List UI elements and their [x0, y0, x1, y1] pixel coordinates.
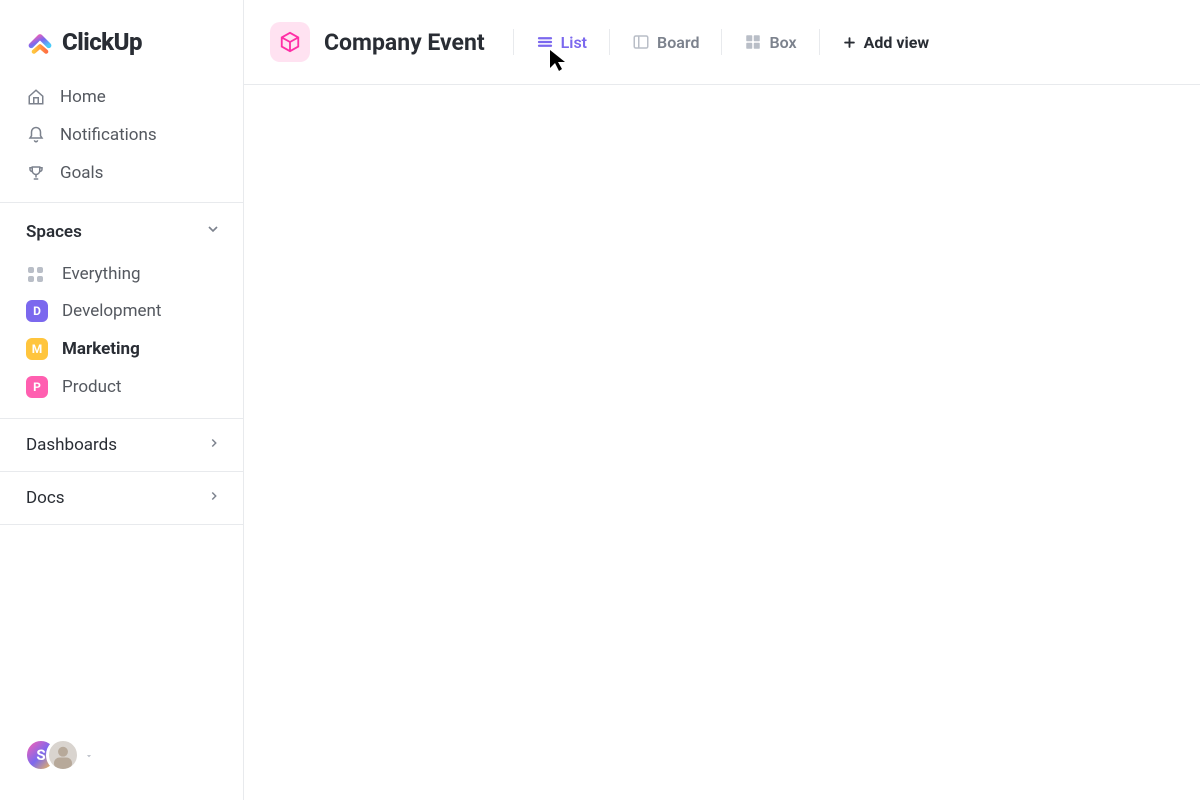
chevron-right-icon — [207, 488, 221, 508]
brand-logo[interactable]: ClickUp — [0, 0, 243, 78]
space-development[interactable]: D Development — [14, 292, 229, 330]
add-view-label: Add view — [864, 33, 929, 52]
view-board-label: Board — [657, 33, 699, 52]
page-title: Company Event — [324, 29, 485, 56]
nav-goals[interactable]: Goals — [14, 154, 229, 192]
docs-label: Docs — [26, 488, 65, 508]
view-tab-list[interactable]: List — [524, 27, 599, 58]
nav-goals-label: Goals — [60, 163, 103, 183]
section-docs[interactable]: Docs — [0, 471, 243, 525]
space-badge-marketing: M — [26, 338, 48, 360]
cube-icon — [279, 31, 301, 53]
space-product[interactable]: P Product — [14, 368, 229, 406]
spaces-title: Spaces — [26, 222, 82, 242]
spaces-header[interactable]: Spaces — [0, 203, 243, 256]
user-avatars[interactable]: S — [0, 738, 243, 800]
divider — [721, 29, 722, 55]
board-icon — [632, 33, 650, 51]
nav-notifications[interactable]: Notifications — [14, 116, 229, 154]
grid-icon — [26, 265, 48, 284]
nav-home-label: Home — [60, 87, 106, 107]
box-icon — [744, 33, 762, 51]
divider — [609, 29, 610, 55]
space-everything[interactable]: Everything — [14, 256, 229, 292]
view-tab-box[interactable]: Box — [732, 27, 808, 58]
nav-notifications-label: Notifications — [60, 125, 157, 145]
nav-home[interactable]: Home — [14, 78, 229, 116]
space-marketing-label: Marketing — [62, 339, 140, 359]
logo-icon — [26, 28, 54, 56]
space-badge-development: D — [26, 300, 48, 322]
space-marketing[interactable]: M Marketing — [14, 330, 229, 368]
trophy-icon — [26, 164, 46, 182]
add-view-button[interactable]: Add view — [830, 27, 941, 58]
space-development-label: Development — [62, 301, 161, 321]
space-product-label: Product — [62, 377, 121, 397]
divider — [819, 29, 820, 55]
plus-icon — [842, 35, 857, 50]
space-icon-chip[interactable] — [270, 22, 310, 62]
view-box-label: Box — [769, 33, 796, 52]
view-tab-board[interactable]: Board — [620, 27, 711, 58]
dashboards-label: Dashboards — [26, 435, 117, 455]
space-badge-product: P — [26, 376, 48, 398]
space-everything-label: Everything — [62, 264, 141, 284]
chevron-down-icon — [205, 221, 221, 242]
list-icon — [536, 33, 554, 51]
avatar-member[interactable] — [46, 738, 80, 772]
chevron-right-icon — [207, 435, 221, 455]
divider — [513, 29, 514, 55]
brand-name: ClickUp — [62, 28, 142, 56]
caret-down-icon — [84, 746, 94, 765]
home-icon — [26, 88, 46, 106]
section-dashboards[interactable]: Dashboards — [0, 418, 243, 471]
bell-icon — [26, 126, 46, 144]
content-area — [244, 85, 1200, 800]
view-list-label: List — [561, 33, 587, 52]
